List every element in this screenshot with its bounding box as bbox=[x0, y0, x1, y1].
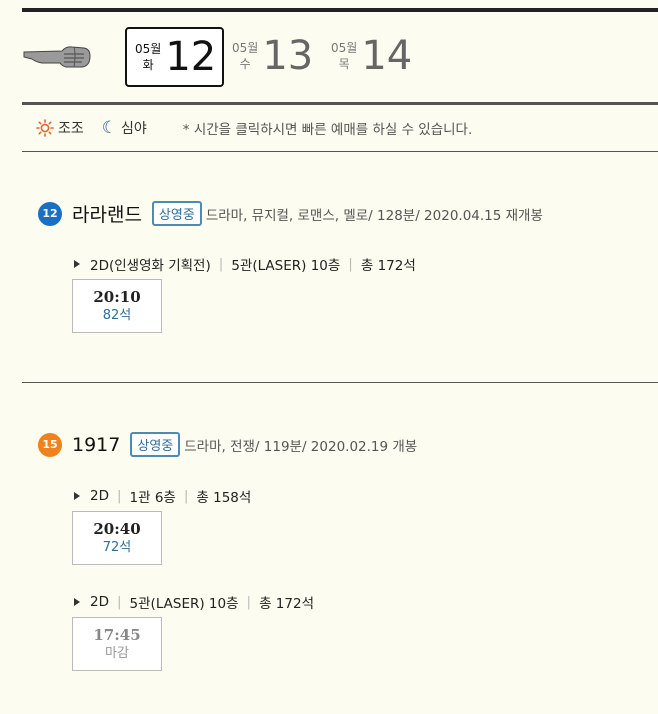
showtime-time: 17:45 bbox=[93, 626, 141, 644]
date-tab-13[interactable]: 05월 수 13 bbox=[232, 27, 313, 85]
showtime-button-closed: 17:45 마감 bbox=[72, 617, 162, 671]
date-day: 13 bbox=[262, 33, 314, 79]
legend-morning-label: 조조 bbox=[58, 121, 84, 137]
separator: | bbox=[116, 594, 122, 610]
showtime-seats: 72석 bbox=[102, 540, 132, 555]
movie-title[interactable]: 라라랜드 bbox=[72, 200, 142, 227]
date-navigation: 05월 화 12 05월 수 13 05월 목 14 bbox=[22, 12, 658, 102]
date-month: 05월 bbox=[135, 42, 162, 56]
separator: | bbox=[246, 594, 252, 610]
showtime-time: 20:40 bbox=[93, 520, 141, 538]
movie-header: 12 라라랜드 상영중 드라마, 뮤지컬, 로맨스, 멜로/ 128분/ 202… bbox=[38, 200, 543, 227]
status-badge: 상영중 bbox=[130, 432, 181, 457]
age-rating-badge: 15 bbox=[38, 432, 62, 457]
pointing-hand-icon bbox=[22, 42, 92, 76]
time-legend: 조조 ☾ 심야 * 시간을 클릭하시면 빠른 예매를 하실 수 있습니다. bbox=[22, 105, 658, 151]
showtime-button[interactable]: 20:40 72석 bbox=[72, 511, 162, 565]
date-tab-12[interactable]: 05월 화 12 bbox=[125, 27, 225, 87]
screen-name: 1관 6층 bbox=[129, 490, 176, 506]
separator: | bbox=[218, 256, 224, 272]
date-month: 05월 bbox=[331, 41, 358, 55]
date-weekday: 수 bbox=[239, 57, 251, 71]
section-divider bbox=[22, 382, 658, 383]
date-weekday: 목 bbox=[338, 57, 350, 71]
section-divider bbox=[22, 151, 658, 152]
screen-format: 2D(인생영화 기획전) bbox=[90, 258, 211, 274]
triangle-right-icon bbox=[74, 492, 80, 500]
screen-seats: 총 158석 bbox=[196, 490, 252, 506]
booking-hint: * 시간을 클릭하시면 빠른 예매를 하실 수 있습니다. bbox=[182, 122, 473, 138]
date-month: 05월 bbox=[232, 41, 259, 55]
hall-info: 2D | 1관 6층 | 총 158석 bbox=[74, 486, 251, 506]
screen-format: 2D bbox=[90, 594, 109, 610]
legend-night-label: 심야 bbox=[121, 121, 147, 137]
screen-seats: 총 172석 bbox=[360, 258, 416, 274]
date-tab-14[interactable]: 05월 목 14 bbox=[331, 27, 412, 85]
screen-name: 5관(LASER) 10층 bbox=[231, 258, 341, 274]
date-day: 14 bbox=[361, 33, 413, 79]
movie-header: 15 1917 상영중 드라마, 전쟁/ 119분/ 2020.02.19 개봉 bbox=[38, 432, 417, 457]
moon-icon: ☾ bbox=[101, 118, 118, 138]
triangle-right-icon bbox=[74, 598, 80, 606]
showtime-seats: 마감 bbox=[105, 646, 129, 661]
movie-meta: 드라마, 전쟁/ 119분/ 2020.02.19 개봉 bbox=[184, 438, 418, 455]
movie-meta: 드라마, 뮤지컬, 로맨스, 멜로/ 128분/ 2020.04.15 재개봉 bbox=[205, 207, 543, 224]
showtime-time: 20:10 bbox=[93, 288, 141, 306]
showtime-button[interactable]: 20:10 82석 bbox=[72, 279, 162, 333]
showtime-seats: 82석 bbox=[102, 308, 132, 323]
status-badge: 상영중 bbox=[151, 201, 202, 226]
sun-icon bbox=[36, 119, 54, 137]
screen-format: 2D bbox=[90, 488, 109, 504]
date-weekday: 화 bbox=[142, 58, 154, 72]
movie-title[interactable]: 1917 bbox=[72, 434, 120, 456]
separator: | bbox=[348, 256, 353, 272]
hall-info: 2D | 5관(LASER) 10층 | 총 172석 bbox=[74, 592, 314, 612]
screen-seats: 총 172석 bbox=[259, 596, 314, 612]
age-rating-badge: 12 bbox=[38, 201, 62, 226]
separator: | bbox=[116, 488, 122, 504]
screen-name: 5관(LASER) 10층 bbox=[129, 596, 239, 612]
triangle-right-icon bbox=[74, 260, 80, 268]
separator: | bbox=[183, 488, 189, 504]
date-day: 12 bbox=[165, 34, 217, 80]
hall-info: 2D(인생영화 기획전) | 5관(LASER) 10층 | 총 172석 bbox=[74, 254, 416, 274]
